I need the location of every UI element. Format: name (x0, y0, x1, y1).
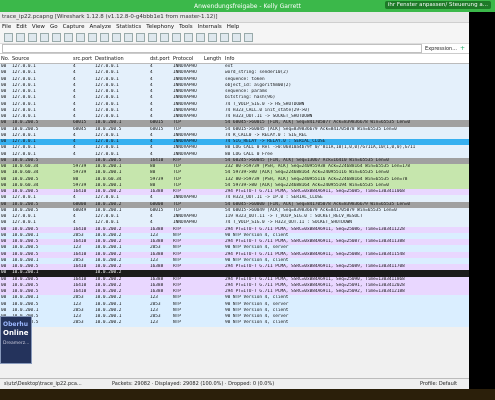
table-row[interactable]: 0010.0.200.5205310.0.200.2123NTP90 NTP V… (0, 320, 469, 327)
remote-screen-margin (469, 12, 495, 389)
first-packet-icon[interactable] (160, 33, 169, 42)
column-info[interactable]: Info (225, 56, 234, 62)
status-profile[interactable]: Profile: Default (420, 379, 457, 389)
last-packet-icon[interactable] (172, 33, 181, 42)
menu-internals[interactable]: Internals (198, 23, 222, 32)
overlay-logo: Oberhu Online Dreamerz... (0, 316, 32, 364)
expression-button[interactable]: Expression... (422, 46, 460, 52)
menu-help[interactable]: Help (227, 23, 240, 32)
share-control-button[interactable]: ihr Fenster anpassen/ Steuerung a... (384, 1, 491, 9)
menu-capture[interactable]: Capture (63, 23, 85, 32)
menu-view[interactable]: View (32, 23, 45, 32)
go-back-icon[interactable] (124, 33, 133, 42)
menu-edit[interactable]: Edit (16, 23, 27, 32)
menu-file[interactable]: File (2, 23, 11, 32)
window-title: trace_ip22.pcapng [Wireshark 1.12.8 (v1.… (0, 12, 469, 23)
find-icon[interactable] (112, 33, 121, 42)
open-file-icon[interactable] (64, 33, 73, 42)
cell-src-port: 2053 (73, 320, 84, 326)
menu-analyze[interactable]: Analyze (89, 23, 111, 32)
save-file-icon[interactable] (76, 33, 85, 42)
go-forward-icon[interactable] (136, 33, 145, 42)
packet-list-header: No. Source src.port Destination dst.port… (0, 54, 469, 64)
column-destination[interactable]: Destination (95, 56, 124, 62)
column-protocol[interactable]: Protocol (173, 56, 193, 62)
zoom-in-icon[interactable] (208, 33, 217, 42)
column-no[interactable]: No. (1, 56, 9, 62)
overlay-line-3: Dreamerz... (3, 341, 30, 346)
go-to-packet-icon[interactable] (148, 33, 157, 42)
status-bar: s\utz\Desktop\trace_ip22.pca... Packets:… (0, 378, 469, 389)
wireshark-window: trace_ip22.pcapng [Wireshark 1.12.8 (v1.… (0, 12, 469, 389)
share-title: Anwendungsfreigabe - Kelly Garrett (194, 2, 301, 10)
colorize-icon[interactable] (184, 33, 193, 42)
filter-bar: Expression... + (0, 44, 469, 54)
packet-list: 00 127.0.0.1 4 127.0.0.1 4 INNOVAPHO ext 00 127.… (0, 64, 469, 327)
overlay-line-2: Online (3, 329, 29, 337)
cell-destination: 10.0.200.2 (95, 320, 122, 326)
cell-protocol: NTP (173, 320, 181, 326)
zoom-out-icon[interactable] (220, 33, 229, 42)
status-packets: Packets: 29082 · Displayed: 29082 (100.0… (112, 381, 275, 387)
menu-bar: File Edit View Go Capture Analyze Statis… (0, 23, 469, 32)
menu-go[interactable]: Go (50, 23, 58, 32)
options-icon[interactable] (16, 33, 25, 42)
reload-icon[interactable] (100, 33, 109, 42)
display-filter-input[interactable] (2, 44, 423, 53)
menu-telephony[interactable]: Telephony (146, 23, 174, 32)
column-length[interactable]: Length (204, 56, 221, 62)
taskbar (0, 389, 495, 400)
resize-columns-icon[interactable] (244, 33, 253, 42)
cell-info: 90 NTP Version 4, client (225, 320, 289, 326)
stop-capture-icon[interactable] (40, 33, 49, 42)
interfaces-icon[interactable] (4, 33, 13, 42)
restart-capture-icon[interactable] (52, 33, 61, 42)
menu-tools[interactable]: Tools (179, 23, 193, 32)
menu-statistics[interactable]: Statistics (116, 23, 141, 32)
cell-dst-port: 123 (150, 320, 158, 326)
column-source[interactable]: Source (12, 56, 29, 62)
column-dst-port[interactable]: dst.port (150, 56, 170, 62)
autoscroll-icon[interactable] (196, 33, 205, 42)
close-file-icon[interactable] (88, 33, 97, 42)
status-file: s\utz\Desktop\trace_ip22.pca... (4, 381, 82, 387)
column-src-port[interactable]: src.port (73, 56, 92, 62)
add-filter-button[interactable]: + (460, 45, 469, 52)
start-capture-icon[interactable] (28, 33, 37, 42)
share-bar: Anwendungsfreigabe - Kelly Garrett ihr F… (0, 0, 495, 12)
main-toolbar (0, 32, 469, 44)
normal-size-icon[interactable] (232, 33, 241, 42)
overlay-line-1: Oberhu (3, 321, 28, 328)
